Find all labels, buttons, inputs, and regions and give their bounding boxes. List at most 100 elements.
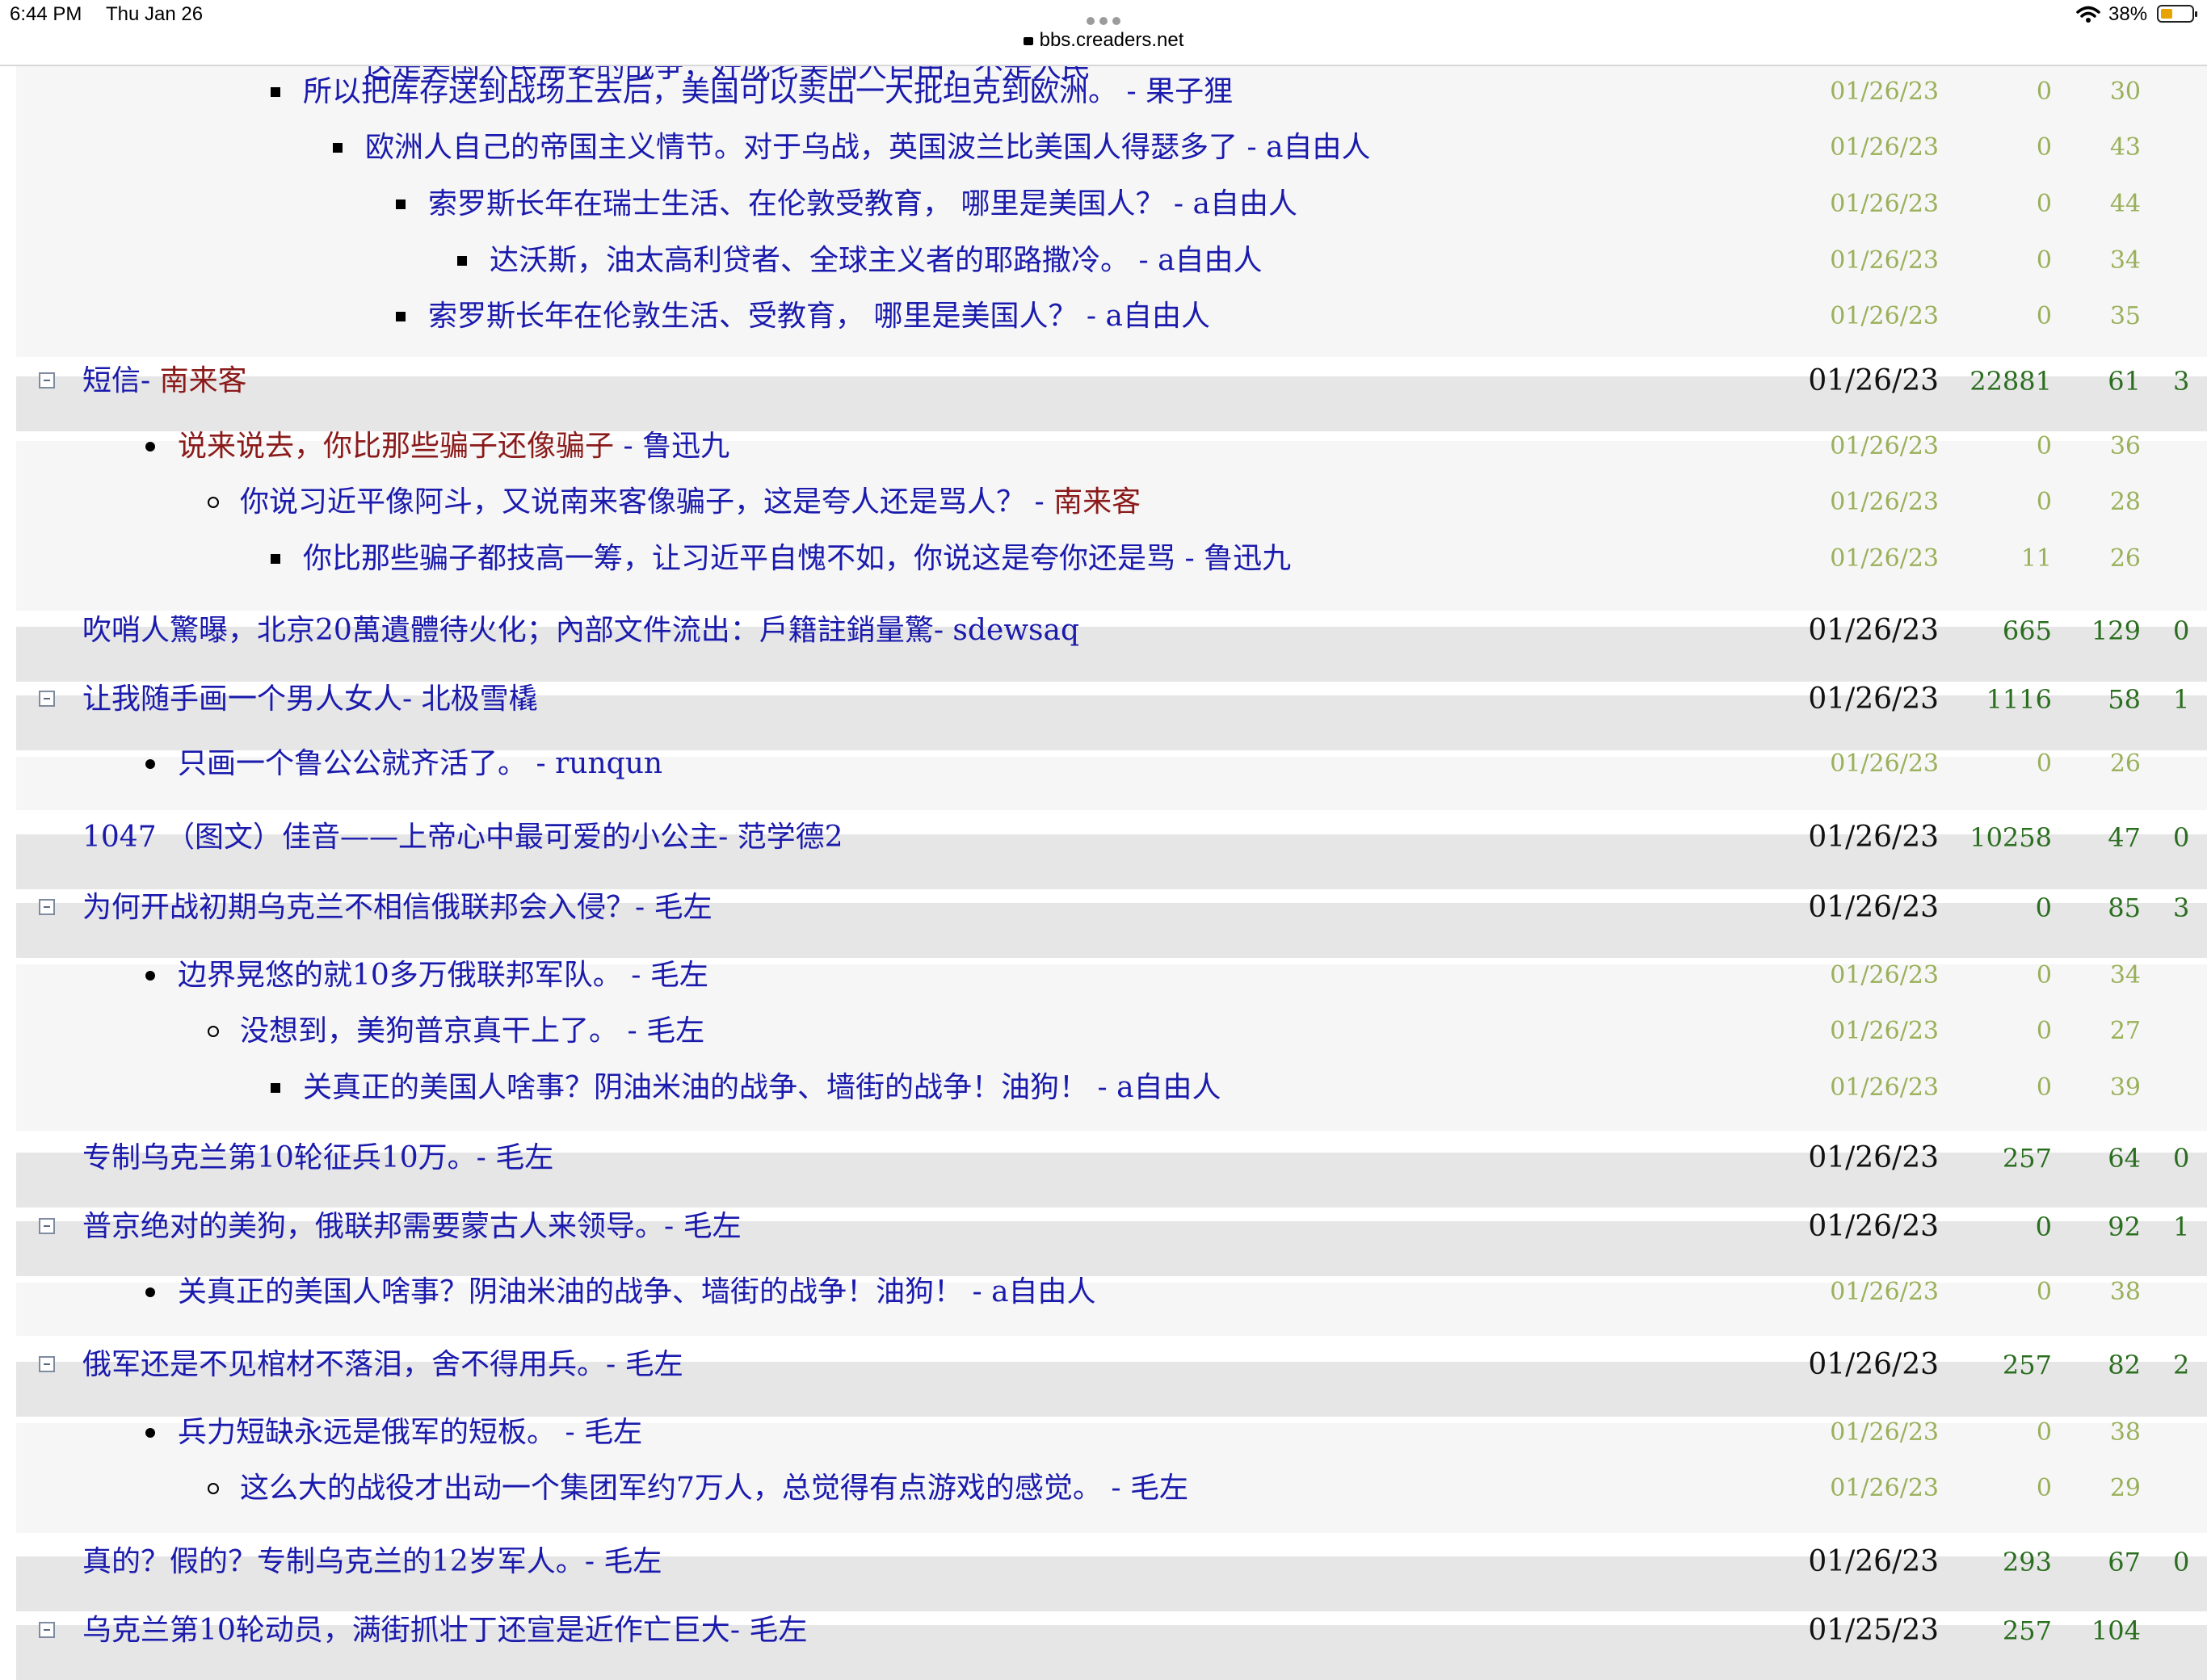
author-link[interactable]: 鲁迅九 <box>642 430 729 463</box>
reply-row[interactable]: 达沃斯，油太高利贷者、全球主义者的耶路撒冷。 - a自由人 01/26/23 0 34 <box>0 237 2207 285</box>
author-link[interactable]: 范学德2 <box>738 821 843 854</box>
thread-title-link[interactable]: 边界晃悠的就10多万俄联邦军队。 - 毛左 <box>178 951 708 1000</box>
author-link[interactable]: a自由人 <box>991 1275 1095 1308</box>
thread-title-link[interactable]: 让我随手画一个男人女人- 北极雪橇 <box>82 675 538 724</box>
reply-row[interactable]: 关真正的美国人啥事？阴油米油的战争、墙街的战争！油狗！ - a自由人 01/26/… <box>0 1268 2207 1317</box>
author-link[interactable]: a自由人 <box>1158 244 1262 277</box>
thread-title-link[interactable]: 关真正的美国人啥事？阴油米油的战争、墙街的战争！油狗！ - a自由人 <box>178 1268 1096 1317</box>
author-link[interactable]: 毛左 <box>646 1014 704 1048</box>
thread-title-link[interactable]: 没想到，美狗普京真干上了。 - 毛左 <box>240 1007 704 1056</box>
thread-title-link[interactable]: 所以把库存送到战场上去后，美国可以卖出一大批坦克到欧洲。 - 果子狸 <box>303 68 1233 116</box>
disc-bullet-icon <box>145 1428 155 1438</box>
thread-title-link[interactable]: 1047 （图文）佳音——上帝心中最可爱的小公主- 范学德2 <box>82 813 843 862</box>
thread-title-link[interactable]: 普京绝对的美狗，俄联邦需要蒙古人来领导。- 毛左 <box>82 1203 742 1251</box>
thread-title-link[interactable]: 你比那些骗子都技高一筹，让习近平自愧不如，你说这是夸你还是骂 - 鲁迅九 <box>303 535 1291 583</box>
thread-title-link[interactable]: 吹哨人驚曝，北京20萬遺體待火化；內部文件流出：戶籍註銷量驚- sdewsaq <box>82 607 1079 655</box>
reply-row[interactable]: 索罗斯长年在瑞士生活、在伦敦受教育， 哪里是美国人？ - a自由人 01/26/2… <box>0 180 2207 229</box>
author-link[interactable]: sdewsaq <box>952 614 1079 647</box>
disc-bullet-icon <box>145 1287 155 1297</box>
wifi-icon <box>2076 6 2100 23</box>
author-link[interactable]: 毛左 <box>683 1210 742 1243</box>
reply-row[interactable]: 只画一个鲁公公就齐活了。 - runqun 01/26/23 0 26 <box>0 740 2207 788</box>
topic-row[interactable]: 普京绝对的美狗，俄联邦需要蒙古人来领导。- 毛左 01/26/23 0 92 1 <box>0 1203 2207 1251</box>
topic-row[interactable]: 乌克兰第10轮动员，满街抓壮丁还宣是近作亡巨大- 毛左 01/25/23 257 10… <box>0 1606 2207 1655</box>
reply-row[interactable]: 说来说去，你比那些骗子还像骗子 - 鲁迅九 01/26/23 0 36 <box>0 422 2207 471</box>
author-separator: - <box>1175 542 1204 575</box>
author-link[interactable]: 毛左 <box>1130 1472 1188 1505</box>
collapse-toggle-icon[interactable] <box>39 1622 55 1638</box>
thread-title-link[interactable]: 这么大的战役才出动一个集团军约7万人，总觉得有点游戏的感觉。 - 毛左 <box>240 1464 1188 1513</box>
thread-title-link[interactable]: 你说习近平像阿斗，又说南来客像骗子，这是夸人还是骂人？ - 南来客 <box>240 478 1141 527</box>
thread-title-link[interactable]: 俄军还是不见棺材不落泪，舍不得用兵。- 毛左 <box>82 1341 683 1389</box>
thread-title-link[interactable]: 只画一个鲁公公就齐活了。 - runqun <box>178 740 662 788</box>
reply-row[interactable]: 所以把库存送到战场上去后，美国可以卖出一大批坦克到欧洲。 - 果子狸 01/26/… <box>0 68 2207 116</box>
topic-row[interactable]: 1047 （图文）佳音——上帝心中最可爱的小公主- 范学德2 01/26/23 10… <box>0 813 2207 862</box>
reply-row[interactable]: 兵力短缺永远是俄军的短板。 - 毛左 01/26/23 0 38 <box>0 1409 2207 1457</box>
topic-row[interactable]: 为何开战初期乌克兰不相信俄联邦会入侵？- 毛左 01/26/23 0 85 3 <box>0 884 2207 932</box>
author-link[interactable]: 毛左 <box>749 1614 807 1647</box>
thread-title: 关真正的美国人啥事？阴油米油的战争、墙街的战争！油狗！ <box>303 1071 1089 1104</box>
collapse-toggle-icon[interactable] <box>39 1356 55 1372</box>
reply-row[interactable]: 索罗斯长年在伦敦生活、受教育， 哪里是美国人？ - a自由人 01/26/23 0 3… <box>0 292 2207 341</box>
thread-title-link[interactable]: 说来说去，你比那些骗子还像骗子 - 鲁迅九 <box>178 422 729 471</box>
thread-title-link[interactable]: 欧洲人自己的帝国主义情节。对于乌战，英国波兰比美国人得瑟多了 - a自由人 <box>365 124 1371 172</box>
reply-row[interactable]: 没想到，美狗普京真干上了。 - 毛左 01/26/23 0 27 <box>0 1007 2207 1056</box>
address-bar[interactable]: bbs.creaders.net <box>0 29 2207 52</box>
collapse-toggle-icon[interactable] <box>39 1218 55 1234</box>
author-separator: - <box>1164 187 1193 220</box>
reply-row[interactable]: 你说习近平像阿斗，又说南来客像骗子，这是夸人还是骂人？ - 南来客 01/26/2… <box>0 478 2207 527</box>
author-link[interactable]: 毛左 <box>654 891 713 924</box>
disc-bullet-icon <box>145 971 155 981</box>
thread-title: 让我随手画一个男人女人 <box>82 682 403 716</box>
thread-title-link[interactable]: 关真正的美国人啥事？阴油米油的战争、墙街的战争！油狗！ - a自由人 <box>303 1064 1221 1112</box>
collapse-toggle-icon[interactable] <box>39 899 55 915</box>
author-link[interactable]: 鲁迅九 <box>1204 542 1291 575</box>
byte-count: 257 <box>2002 1143 2052 1174</box>
view-count: 35 <box>2109 302 2141 330</box>
thread-title-link[interactable]: 为何开战初期乌克兰不相信俄联邦会入侵？- 毛左 <box>82 884 713 932</box>
author-link[interactable]: 果子狸 <box>1146 75 1233 108</box>
thread-title-link[interactable]: 乌克兰第10轮动员，满街抓壮丁还宣是近作亡巨大- 毛左 <box>82 1606 807 1655</box>
more-dots-icon[interactable] <box>1087 13 1127 25</box>
author-link[interactable]: 南来客 <box>160 364 247 397</box>
author-separator: - <box>1101 1472 1130 1505</box>
author-separator: - <box>527 747 556 780</box>
topic-row[interactable]: 短信- 南来客 01/26/23 22881 61 3 <box>0 357 2207 405</box>
topic-row[interactable]: 专制乌克兰第10轮征兵10万。- 毛左 01/26/23 257 64 0 <box>0 1134 2207 1182</box>
thread-title-link[interactable]: 短信- 南来客 <box>82 357 247 405</box>
author-link[interactable]: 毛左 <box>495 1141 553 1174</box>
byte-count: 0 <box>2036 1418 2052 1447</box>
collapse-toggle-icon[interactable] <box>39 691 55 707</box>
collapse-toggle-icon[interactable] <box>39 372 55 388</box>
thread-title-link[interactable]: 专制乌克兰第10轮征兵10万。- 毛左 <box>82 1134 553 1182</box>
topic-row[interactable]: 让我随手画一个男人女人- 北极雪橇 01/26/23 1116 58 1 <box>0 675 2207 724</box>
thread-title-link[interactable]: 达沃斯，油太高利贷者、全球主义者的耶路撒冷。 - a自由人 <box>490 237 1263 285</box>
author-link[interactable]: 毛左 <box>625 1348 683 1381</box>
thread-title-link[interactable]: 索罗斯长年在伦敦生活、受教育， 哪里是美国人？ - a自由人 <box>428 292 1210 341</box>
thread-title-link[interactable]: 索罗斯长年在瑞士生活、在伦敦受教育， 哪里是美国人？ - a自由人 <box>428 180 1297 229</box>
author-link[interactable]: a自由人 <box>1193 187 1297 220</box>
reply-row[interactable]: 你比那些骗子都技高一筹，让习近平自愧不如，你说这是夸你还是骂 - 鲁迅九 01/2… <box>0 535 2207 583</box>
thread-title: 索罗斯长年在瑞士生活、在伦敦受教育， 哪里是美国人？ <box>428 187 1165 220</box>
reply-row[interactable]: 关真正的美国人啥事？阴油米油的战争、墙街的战争！油狗！ - a自由人 01/26/… <box>0 1064 2207 1112</box>
author-link[interactable]: 毛左 <box>584 1416 642 1449</box>
author-link[interactable]: 南来客 <box>1053 485 1141 519</box>
author-link[interactable]: runqun <box>555 747 662 780</box>
author-separator: - <box>618 1014 647 1048</box>
thread-title-link[interactable]: 真的？假的？专制乌克兰的12岁军人。- 毛左 <box>82 1538 662 1586</box>
reply-row[interactable]: 欧洲人自己的帝国主义情节。对于乌战，英国波兰比美国人得瑟多了 - a自由人 01/… <box>0 124 2207 172</box>
topic-row[interactable]: 俄军还是不见棺材不落泪，舍不得用兵。- 毛左 01/26/23 257 82 2 <box>0 1341 2207 1389</box>
author-link[interactable]: 北极雪橇 <box>422 682 538 716</box>
author-link[interactable]: 毛左 <box>603 1545 662 1578</box>
thread-title-link[interactable]: 兵力短缺永远是俄军的短板。 - 毛左 <box>178 1409 642 1457</box>
author-link[interactable]: a自由人 <box>1116 1071 1221 1104</box>
circle-bullet-icon <box>208 497 219 508</box>
topic-row[interactable]: 吹哨人驚曝，北京20萬遺體待火化；內部文件流出：戶籍註銷量驚- sdewsaq 0… <box>0 607 2207 655</box>
thread-title: 这么大的战役才出动一个集团军约7万人，总觉得有点游戏的感觉。 <box>240 1472 1102 1505</box>
topic-row[interactable]: 真的？假的？专制乌克兰的12岁军人。- 毛左 01/26/23 293 67 0 <box>0 1538 2207 1586</box>
author-link[interactable]: a自由人 <box>1106 300 1210 333</box>
author-link[interactable]: a自由人 <box>1266 131 1370 164</box>
author-link[interactable]: 毛左 <box>650 959 708 992</box>
reply-row[interactable]: 这么大的战役才出动一个集团军约7万人，总觉得有点游戏的感觉。 - 毛左 01/26… <box>0 1464 2207 1513</box>
reply-row[interactable]: 边界晃悠的就10多万俄联邦军队。 - 毛左 01/26/23 0 34 <box>0 951 2207 1000</box>
